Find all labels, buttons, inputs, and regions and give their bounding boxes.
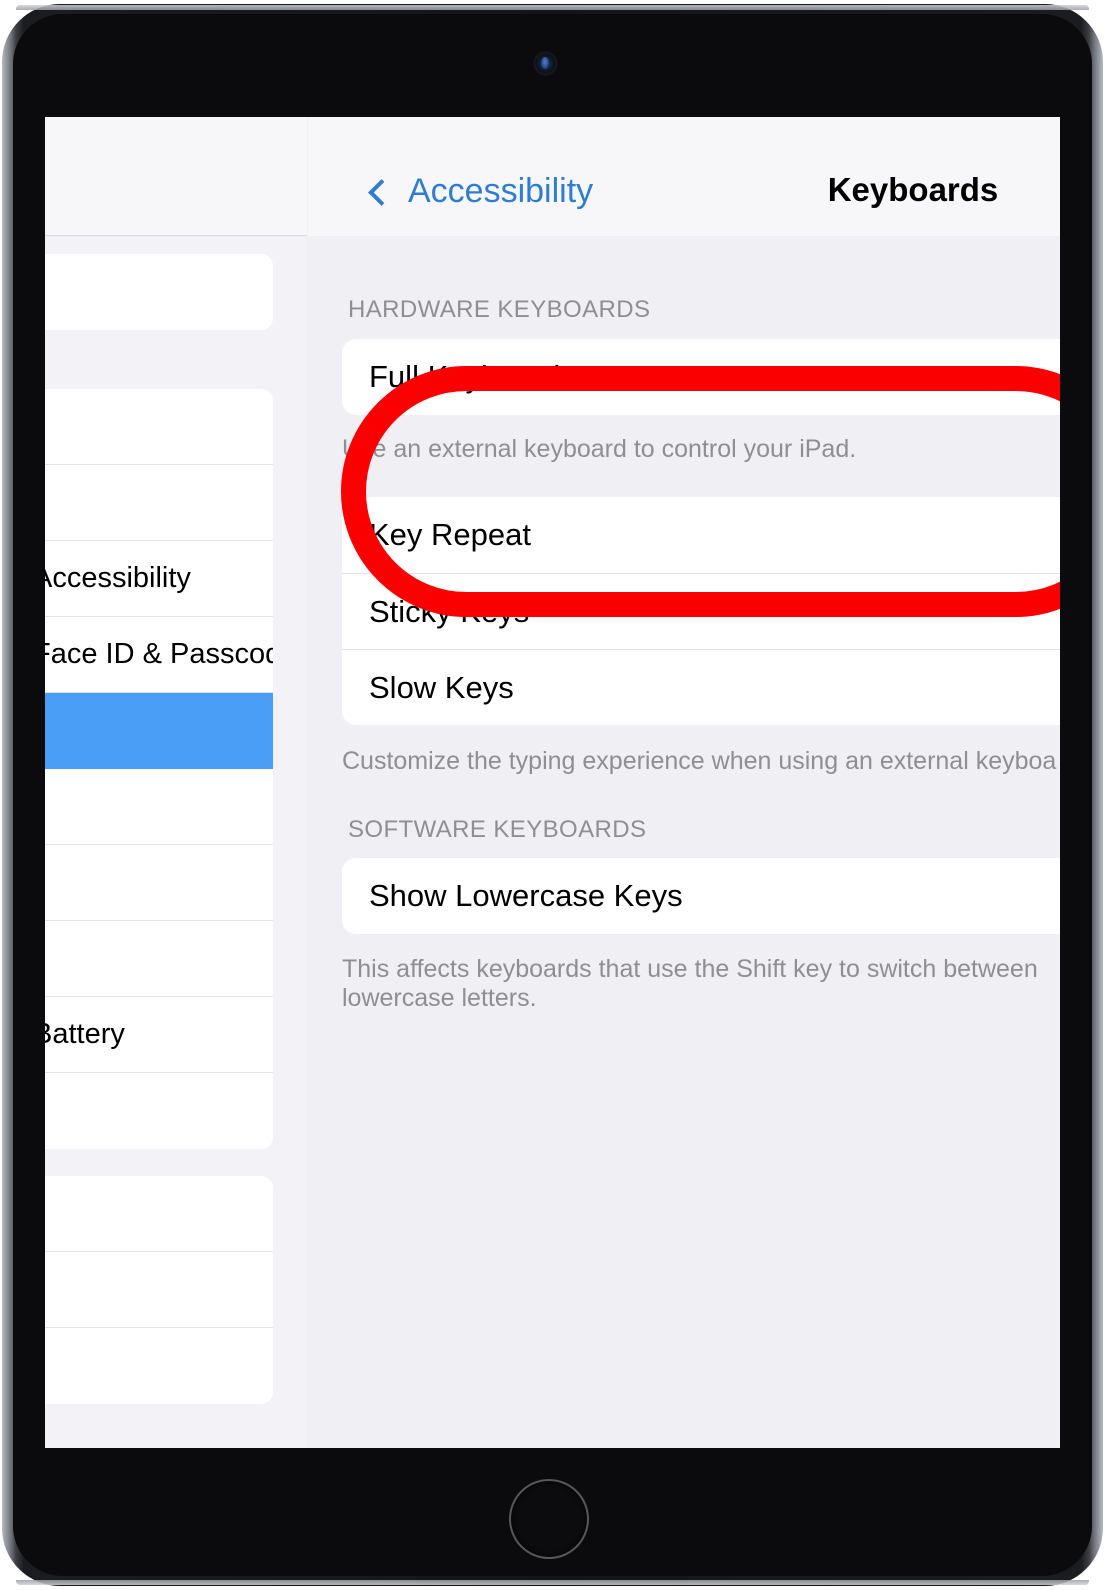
sidebar-item-9[interactable]: Battery <box>45 997 273 1073</box>
ipad-device-frame: AccessibilityFace ID & Passcode Battery A… <box>0 0 1105 1590</box>
ipad-screen: AccessibilityFace ID & Passcode Battery A… <box>45 117 1060 1448</box>
sidebar-item-1[interactable] <box>45 389 273 465</box>
section-header-hardware-keyboards: HARDWARE KEYBOARDS <box>348 296 651 323</box>
sidebar-group-2: AccessibilityFace ID & Passcode Battery <box>45 389 273 1149</box>
front-camera-icon <box>535 53 556 74</box>
sidebar-item-6[interactable] <box>45 769 273 845</box>
row-key-repeat[interactable]: Key Repeat <box>342 497 1060 573</box>
device-bottom-metal-edge <box>16 1580 1089 1585</box>
footnote-full-keyboard-access: Use an external keyboard to control your… <box>342 435 857 463</box>
sidebar-item-12[interactable] <box>45 1252 273 1328</box>
sidebar-group-3 <box>45 1176 273 1404</box>
section-header-software-keyboards: SOFTWARE KEYBOARDS <box>348 816 647 843</box>
sidebar-item-5[interactable] <box>45 693 273 769</box>
row-sticky-keys[interactable]: Sticky Keys <box>342 573 1060 649</box>
sidebar-header <box>45 117 307 236</box>
sidebar-item-13[interactable] <box>45 1328 273 1404</box>
sidebar-group-1 <box>45 254 273 330</box>
footnote-show-lowercase-keys: This affects keyboards that use the Shif… <box>342 955 1038 1012</box>
hardware-keyboards-card: Full Keyboard Access <box>342 339 1060 415</box>
software-keyboards-card: Show Lowercase Keys <box>342 858 1060 934</box>
typing-options-card: Key Repeat Sticky Keys Slow Keys <box>342 497 1060 725</box>
sidebar-item-10[interactable] <box>45 1073 273 1149</box>
sidebar-item-11[interactable] <box>45 1176 273 1252</box>
sidebar-item-0[interactable] <box>45 254 273 330</box>
row-full-keyboard-access[interactable]: Full Keyboard Access <box>342 339 1060 415</box>
keyboards-detail-pane: Accessibility Keyboards HARDWARE KEYBOAR… <box>308 117 1060 1448</box>
settings-sidebar[interactable]: AccessibilityFace ID & Passcode Battery <box>45 117 307 1448</box>
row-slow-keys[interactable]: Slow Keys <box>342 649 1060 725</box>
keyboards-settings-list: HARDWARE KEYBOARDS Full Keyboard Access … <box>308 236 1060 1448</box>
footnote-typing-options: Customize the typing experience when usi… <box>342 747 1057 775</box>
navigation-bar: Accessibility Keyboards <box>308 117 1060 236</box>
sidebar-item-3[interactable]: Accessibility <box>45 541 273 617</box>
sidebar-item-2[interactable] <box>45 465 273 541</box>
page-title: Keyboards <box>827 171 999 208</box>
row-show-lowercase-keys[interactable]: Show Lowercase Keys <box>342 858 1060 934</box>
chevron-left-icon <box>368 178 395 206</box>
home-button[interactable] <box>509 1479 589 1559</box>
sidebar-item-7[interactable] <box>45 845 273 921</box>
sidebar-item-8[interactable] <box>45 921 273 997</box>
sidebar-item-4[interactable]: Face ID & Passcode <box>45 617 273 693</box>
device-top-metal-edge <box>16 5 1089 10</box>
